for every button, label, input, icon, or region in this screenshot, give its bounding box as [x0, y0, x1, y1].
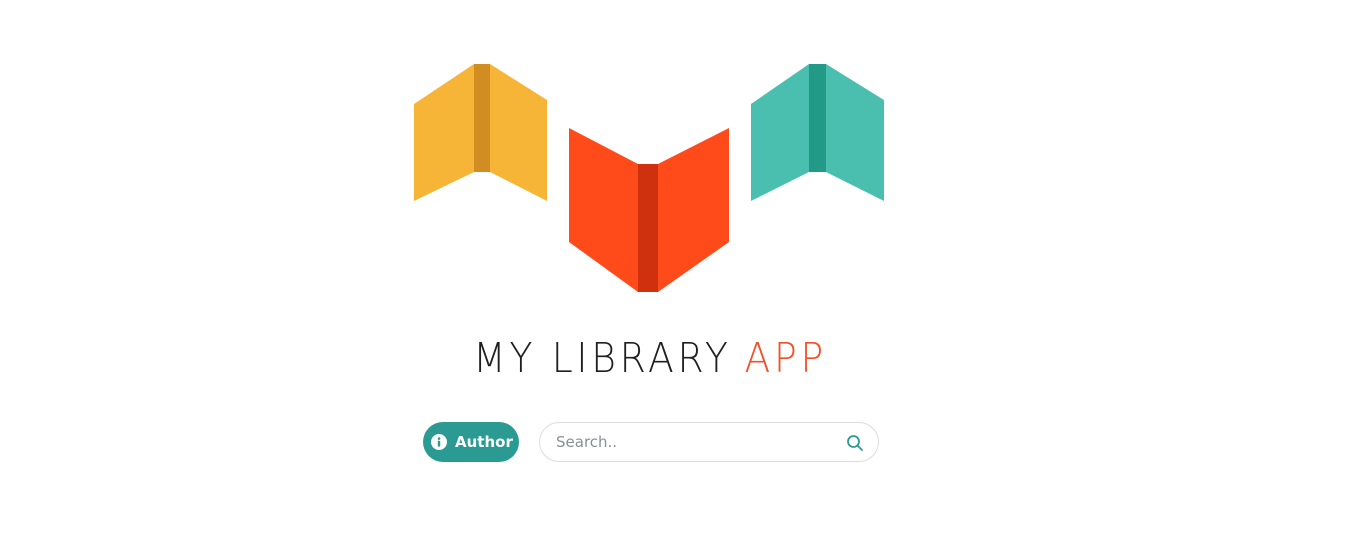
search-bar [539, 422, 879, 462]
author-button[interactable]: Author [423, 422, 519, 462]
info-icon [431, 434, 447, 450]
app-logo [410, 60, 890, 300]
search-icon[interactable] [846, 434, 864, 452]
red-book-icon [569, 128, 729, 292]
books-logo-graphic [414, 64, 884, 292]
author-button-label: Author [455, 433, 513, 451]
teal-book-icon [751, 64, 884, 201]
app-title: MY LIBRARY APP [52, 334, 1248, 382]
app-title-main: MY LIBRARY [473, 334, 732, 382]
app-title-accent: APP [744, 334, 827, 382]
search-input[interactable] [540, 426, 828, 458]
yellow-book-icon [414, 64, 547, 201]
